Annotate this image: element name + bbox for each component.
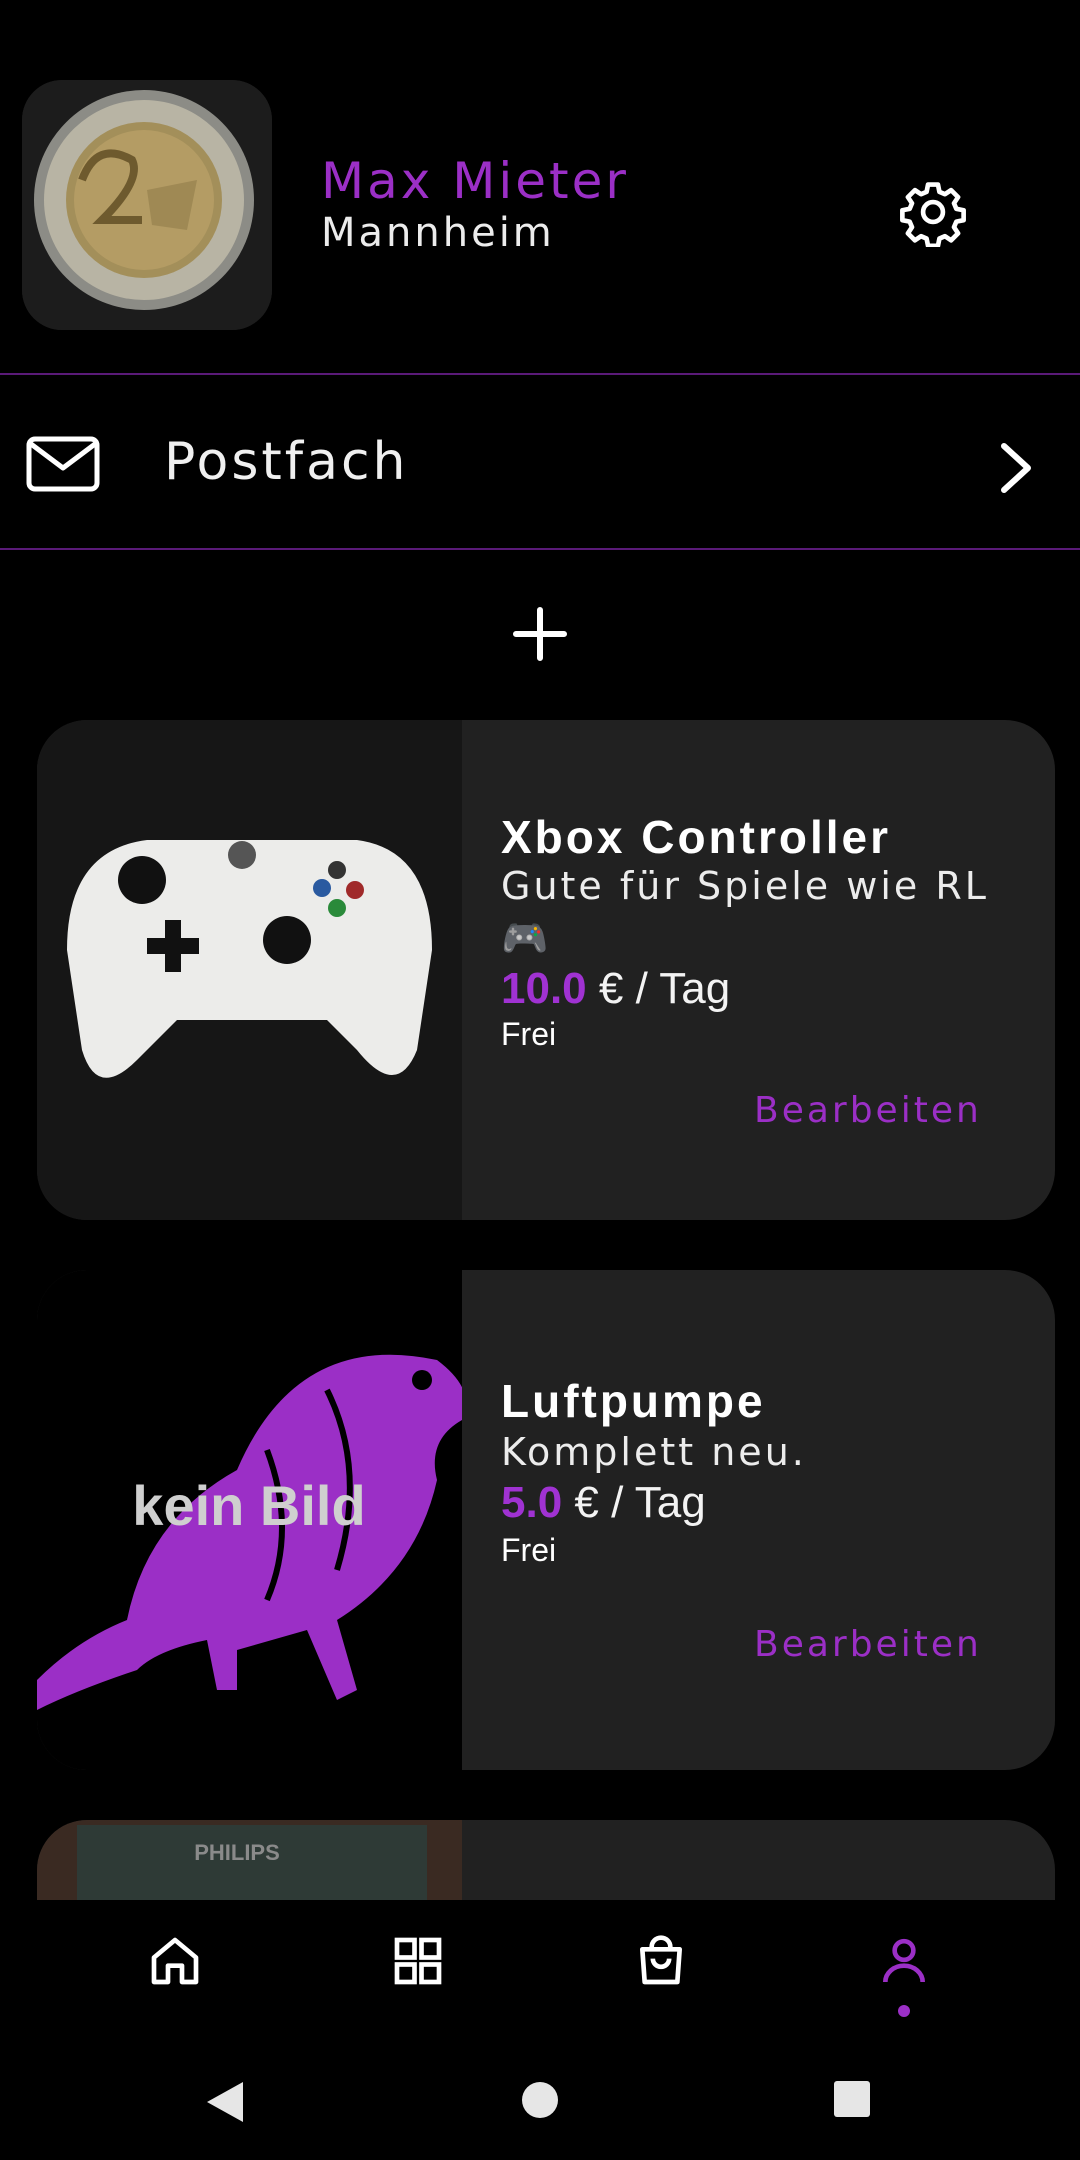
back-icon[interactable] — [205, 2080, 245, 2124]
shopping-bag-icon[interactable] — [633, 1933, 689, 1989]
listing-card[interactable]: Xbox Controller Gute für Spiele wie RL 🎮… — [37, 720, 1055, 1220]
listing-card[interactable]: kein Bild Luftpumpe Komplett neu. 5.0 € … — [37, 1270, 1055, 1770]
profile-icon[interactable] — [876, 1933, 932, 1989]
plus-icon[interactable] — [510, 604, 570, 664]
recents-icon[interactable] — [833, 2080, 871, 2118]
edit-button[interactable]: Bearbeiten — [754, 1624, 982, 1665]
home-icon[interactable] — [147, 1933, 203, 1989]
listing-card[interactable]: PHILIPS — [37, 1820, 1055, 1900]
inbox-row[interactable] — [0, 398, 1080, 548]
grid-icon[interactable] — [390, 1933, 446, 1989]
mail-icon — [26, 436, 100, 492]
chevron-right-icon — [1001, 443, 1031, 493]
listing-description: Komplett neu. — [501, 1430, 807, 1474]
user-name: Max Mieter — [321, 152, 629, 210]
gear-icon[interactable] — [898, 177, 968, 247]
listing-description: Gute für Spiele wie RL 🎮 — [501, 864, 989, 960]
profile-header: Max Mieter Mannheim — [0, 0, 1080, 372]
listing-title: Xbox Controller — [501, 811, 892, 863]
edit-button[interactable]: Bearbeiten — [754, 1090, 982, 1131]
user-location: Mannheim — [321, 210, 555, 256]
price-value: 10.0 — [501, 964, 587, 1013]
listing-price: 10.0 € / Tag — [501, 964, 730, 1014]
inbox-label: Postfach — [164, 432, 409, 492]
listing-title: Luftpumpe — [501, 1375, 766, 1427]
divider — [0, 548, 1080, 550]
no-image-label: kein Bild — [132, 1474, 365, 1537]
price-unit: € / Tag — [574, 1478, 706, 1527]
avatar[interactable] — [22, 80, 272, 330]
status-badge: Frei — [501, 1016, 557, 1052]
listing-image: kein Bild — [37, 1270, 462, 1770]
brand-label: PHILIPS — [194, 1840, 280, 1865]
active-indicator — [898, 2005, 910, 2017]
listing-image: PHILIPS — [37, 1820, 462, 1900]
listing-price: 5.0 € / Tag — [501, 1478, 706, 1528]
price-unit: € / Tag — [598, 964, 731, 1013]
home-circle-icon[interactable] — [520, 2080, 560, 2120]
price-value: 5.0 — [501, 1478, 563, 1527]
listing-image — [37, 720, 462, 1220]
status-badge: Frei — [501, 1532, 557, 1568]
coin-image — [22, 80, 272, 330]
divider — [0, 373, 1080, 375]
